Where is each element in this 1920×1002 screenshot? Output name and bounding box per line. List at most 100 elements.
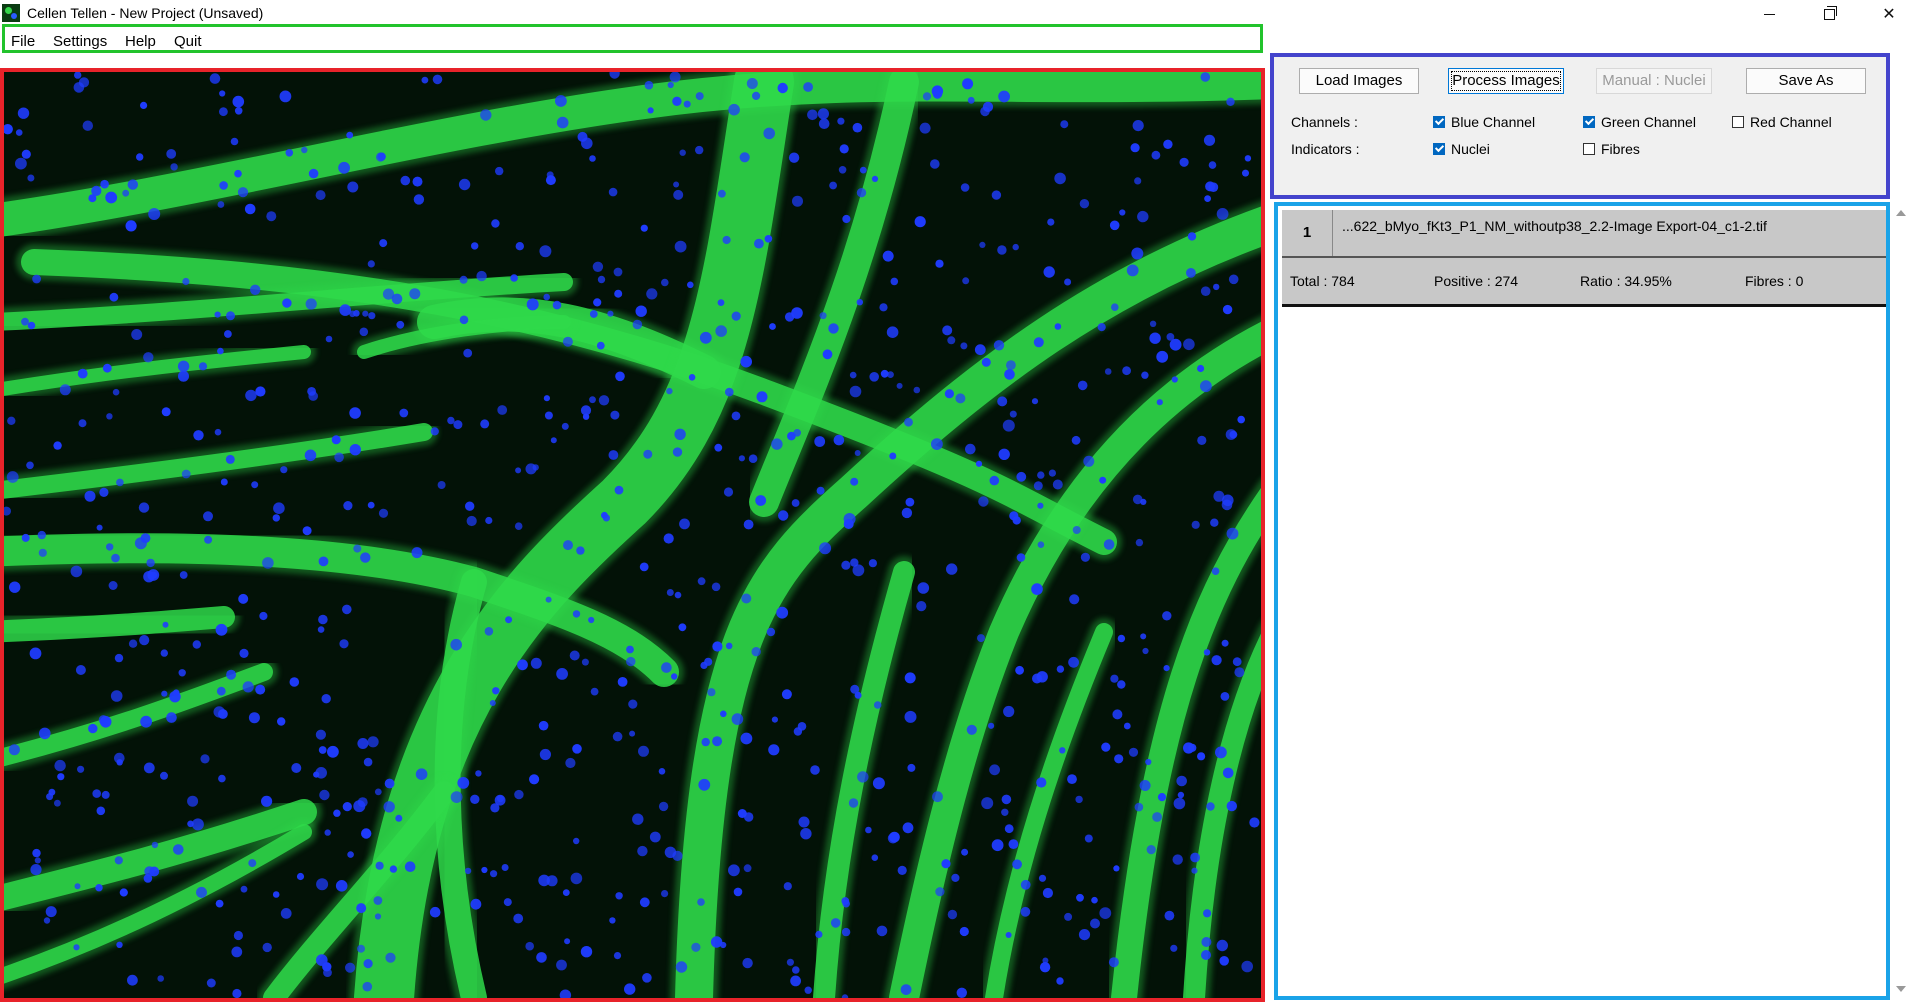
nucleus (598, 395, 610, 406)
nucleus (857, 771, 869, 783)
nucleus (353, 310, 360, 317)
nucleus (1137, 210, 1149, 223)
nucleus (250, 284, 261, 295)
nucleus (421, 76, 429, 84)
microscopy-image[interactable] (4, 72, 1261, 998)
nucleus (739, 152, 750, 163)
nucleus (233, 930, 243, 941)
nucleus (975, 460, 983, 467)
manual-nuclei-button[interactable]: Manual : Nuclei (1596, 68, 1712, 94)
nucleus (1071, 435, 1081, 445)
nucleus (476, 270, 487, 282)
nucleus (695, 145, 704, 155)
nucleus (1069, 594, 1080, 605)
nucleus (1156, 350, 1169, 363)
checkbox-checked-icon (1433, 143, 1445, 155)
nucleus (127, 179, 138, 190)
nucleus (321, 694, 331, 704)
nucleus (919, 122, 931, 134)
list-item[interactable]: 1 ...622_bMyo_fKt3_P1_NM_withoutp38_2.2-… (1282, 210, 1886, 258)
minimize-button[interactable] (1746, 0, 1792, 28)
restore-button[interactable] (1806, 0, 1852, 28)
nucleus (810, 765, 820, 775)
menu-quit[interactable]: Quit (174, 33, 202, 50)
nucleus (822, 349, 833, 360)
title-bar: Cellen Tellen - New Project (Unsaved) ✕ (0, 0, 1920, 26)
nucleus (374, 913, 382, 920)
menu-help[interactable]: Help (125, 33, 156, 50)
nucleus (613, 952, 622, 960)
nucleus (816, 486, 825, 495)
green-channel-checkbox[interactable]: Green Channel (1583, 114, 1696, 130)
nucleus (743, 519, 754, 530)
save-as-button[interactable]: Save As (1746, 68, 1866, 94)
nucleus (1009, 410, 1017, 418)
nucleus (769, 323, 776, 330)
nucleus (989, 475, 1000, 486)
nucleus (262, 942, 272, 953)
nucleus (932, 791, 943, 803)
blue-channel-checkbox[interactable]: Blue Channel (1433, 114, 1535, 130)
scroll-down-icon[interactable] (1896, 986, 1906, 992)
nucleus (1097, 323, 1106, 332)
nucleus (1225, 429, 1237, 440)
nucleus (361, 828, 372, 839)
nucleus (1056, 977, 1064, 985)
scroll-up-icon[interactable] (1896, 210, 1906, 216)
nucleus (556, 668, 568, 680)
results-scrollbar[interactable] (1890, 202, 1912, 1000)
nucleus (849, 371, 857, 379)
results-list[interactable]: 1 ...622_bMyo_fKt3_P1_NM_withoutp38_2.2-… (1274, 202, 1890, 1000)
nucleus (217, 201, 225, 208)
nucleus (626, 656, 636, 667)
restore-icon (1823, 5, 1837, 20)
nucleus (178, 669, 186, 677)
nucleus (102, 363, 112, 373)
nucleus (1186, 268, 1196, 278)
nucleus (356, 903, 367, 914)
nucleus (1131, 247, 1144, 260)
load-images-button[interactable]: Load Images (1299, 68, 1419, 94)
app-icon (2, 4, 20, 22)
process-images-button[interactable]: Process Images (1448, 68, 1564, 94)
red-channel-checkbox[interactable]: Red Channel (1732, 114, 1832, 130)
nucleus (900, 984, 912, 995)
nucleus (608, 450, 619, 460)
nucleus (830, 918, 841, 928)
nucleus (322, 962, 332, 972)
nucleus (501, 864, 509, 871)
nucleus (916, 601, 927, 612)
nucleus (1068, 656, 1079, 668)
nucleus (1211, 655, 1222, 666)
nucleus (1020, 879, 1031, 890)
nucleus (777, 82, 788, 94)
menu-settings[interactable]: Settings (53, 33, 107, 50)
nucleus (897, 865, 907, 876)
nucleus (1006, 360, 1016, 370)
nucleus (741, 593, 752, 604)
nucleus (1039, 962, 1051, 973)
nucleus (905, 497, 915, 507)
nucleus (27, 321, 36, 330)
nucleus (109, 292, 119, 302)
nucleus (1072, 526, 1081, 534)
nucleus (720, 710, 727, 718)
nucleus (672, 96, 682, 106)
nucleus (17, 107, 30, 119)
nucleus (161, 407, 171, 417)
nuclei-checkbox[interactable]: Nuclei (1433, 141, 1490, 157)
image-viewer[interactable] (0, 68, 1265, 1002)
nucleus (1054, 323, 1062, 330)
nucleus (1177, 791, 1185, 799)
nucleus (1171, 376, 1178, 383)
close-button[interactable]: ✕ (1866, 0, 1912, 28)
nucleus (624, 983, 636, 995)
nucleus (214, 311, 221, 318)
menu-file[interactable]: File (11, 33, 35, 50)
nucleus (219, 107, 228, 117)
nucleus (666, 589, 674, 596)
nucleus (901, 507, 913, 519)
nucleus (1211, 567, 1220, 575)
nucleus (946, 563, 958, 575)
fibres-checkbox[interactable]: Fibres (1583, 141, 1640, 157)
